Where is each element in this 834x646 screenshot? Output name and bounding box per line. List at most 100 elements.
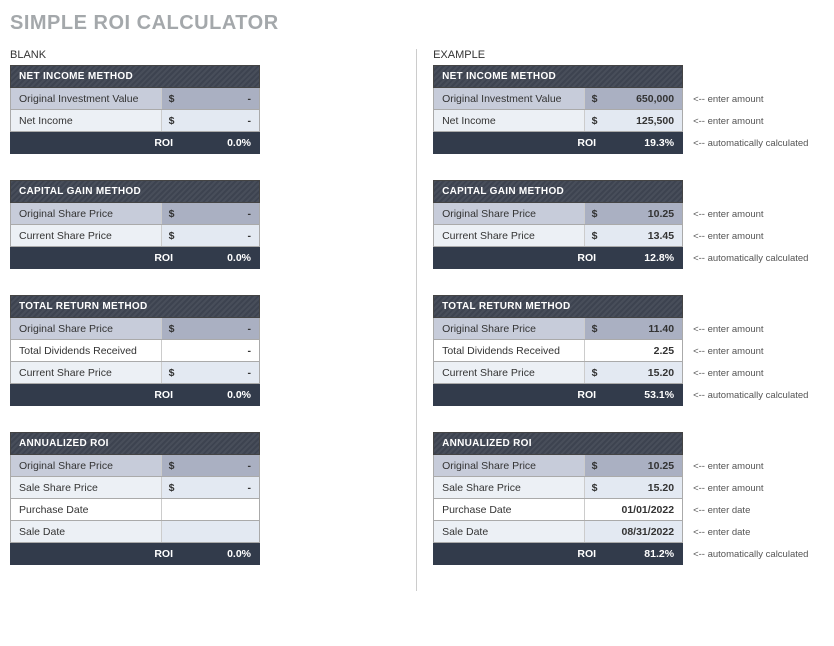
label-curr-share: Current Share Price (434, 225, 584, 246)
row-orig-share-cg-example: Original Share Price $ 10.25 (433, 203, 683, 225)
row-roi-capital-gain-example: ROI 12.8% (433, 247, 683, 269)
label-net-income: Net Income (434, 110, 584, 131)
label-orig-share: Original Share Price (11, 203, 161, 224)
row-dividends-blank: Total Dividends Received - (10, 340, 260, 362)
row-sale-share-example: Sale Share Price $ 15.20 (433, 477, 683, 499)
label-net-income: Net Income (11, 110, 161, 131)
currency-symbol (161, 340, 181, 361)
hint-enter-amount: <-- enter amount (683, 203, 824, 225)
value-orig-share-tr-blank[interactable]: - (181, 318, 259, 339)
row-sale-date-blank: Sale Date (10, 521, 260, 543)
hint-enter-amount: <-- enter amount (683, 225, 824, 247)
currency-symbol (161, 499, 181, 520)
hint-enter-date: <-- enter date (683, 499, 824, 521)
block-annualized-example: ANNUALIZED ROI Original Share Price $ 10… (433, 432, 824, 565)
value-orig-invest-example[interactable]: 650,000 (604, 88, 682, 109)
value-roi-tr-example: 53.1% (604, 385, 682, 405)
row-curr-share-cg-blank: Current Share Price $ - (10, 225, 260, 247)
value-purchase-date-example[interactable]: 01/01/2022 (604, 499, 682, 520)
value-orig-share-cg-example[interactable]: 10.25 (604, 203, 682, 224)
currency-symbol: $ (584, 477, 604, 498)
value-purchase-date-blank[interactable] (181, 499, 259, 520)
value-curr-share-tr-blank[interactable]: - (181, 362, 259, 383)
block-total-return-example: TOTAL RETURN METHOD Original Share Price… (433, 295, 824, 406)
row-curr-share-tr-example: Current Share Price $ 15.20 (433, 362, 683, 384)
hint-enter-amount: <-- enter amount (683, 340, 824, 362)
row-curr-share-tr-blank: Current Share Price $ - (10, 362, 260, 384)
section-header-capital-gain: CAPITAL GAIN METHOD (10, 180, 260, 203)
hint-enter-amount: <-- enter amount (683, 455, 824, 477)
column-blank: BLANK NET INCOME METHOD Original Investm… (10, 49, 417, 591)
column-example: EXAMPLE NET INCOME METHOD Original Inves… (417, 49, 824, 591)
currency-symbol: $ (584, 203, 604, 224)
label-orig-share: Original Share Price (11, 455, 161, 476)
value-net-income-example[interactable]: 125,500 (604, 110, 682, 131)
block-total-return-blank: TOTAL RETURN METHOD Original Share Price… (10, 295, 386, 406)
value-orig-share-an-blank[interactable]: - (181, 455, 259, 476)
currency-symbol (584, 499, 604, 520)
row-roi-net-income-example: ROI 19.3% (433, 132, 683, 154)
row-dividends-example: Total Dividends Received 2.25 (433, 340, 683, 362)
label-sale-date: Sale Date (11, 521, 161, 542)
value-net-income-blank[interactable]: - (181, 110, 259, 131)
value-orig-share-cg-blank[interactable]: - (181, 203, 259, 224)
row-purchase-date-blank: Purchase Date (10, 499, 260, 521)
currency-symbol: $ (161, 477, 181, 498)
currency-symbol: $ (584, 225, 604, 246)
hint-enter-amount: <-- enter amount (683, 362, 824, 384)
value-orig-share-tr-example[interactable]: 11.40 (604, 318, 682, 339)
label-orig-invest: Original Investment Value (11, 88, 161, 109)
page-title: SIMPLE ROI CALCULATOR (10, 12, 824, 35)
value-roi-net-income-example: 19.3% (604, 133, 682, 153)
label-orig-invest: Original Investment Value (434, 88, 584, 109)
value-sale-share-example[interactable]: 15.20 (604, 477, 682, 498)
currency-symbol: $ (161, 318, 181, 339)
label-curr-share: Current Share Price (434, 362, 584, 383)
value-curr-share-cg-example[interactable]: 13.45 (604, 225, 682, 246)
value-dividends-blank[interactable]: - (181, 340, 259, 361)
hint-auto-calc: <-- automatically calculated (683, 543, 824, 565)
value-roi-net-income-blank: 0.0% (181, 133, 259, 153)
label-roi: ROI (11, 385, 181, 405)
row-roi-net-income-blank: ROI 0.0% (10, 132, 260, 154)
row-orig-share-tr-blank: Original Share Price $ - (10, 318, 260, 340)
row-curr-share-cg-example: Current Share Price $ 13.45 (433, 225, 683, 247)
label-orig-share: Original Share Price (11, 318, 161, 339)
value-orig-share-an-example[interactable]: 10.25 (604, 455, 682, 476)
row-net-income-example: Net Income $ 125,500 (433, 110, 683, 132)
currency-symbol: $ (161, 362, 181, 383)
value-sale-share-blank[interactable]: - (181, 477, 259, 498)
hint-enter-amount: <-- enter amount (683, 318, 824, 340)
label-roi: ROI (11, 133, 181, 153)
value-sale-date-example[interactable]: 08/31/2022 (604, 521, 682, 542)
value-orig-invest-blank[interactable]: - (181, 88, 259, 109)
value-sale-date-blank[interactable] (181, 521, 259, 542)
currency-symbol: $ (584, 318, 604, 339)
currency-symbol (584, 340, 604, 361)
currency-symbol: $ (584, 88, 604, 109)
currency-symbol: $ (161, 225, 181, 246)
block-capital-gain-example: CAPITAL GAIN METHOD Original Share Price… (433, 180, 824, 269)
section-header-annualized: ANNUALIZED ROI (433, 432, 683, 455)
block-annualized-blank: ANNUALIZED ROI Original Share Price $ - … (10, 432, 386, 565)
value-curr-share-tr-example[interactable]: 15.20 (604, 362, 682, 383)
column-header-blank: BLANK (10, 49, 386, 61)
section-header-capital-gain: CAPITAL GAIN METHOD (433, 180, 683, 203)
value-roi-cg-blank: 0.0% (181, 248, 259, 268)
label-roi: ROI (434, 133, 604, 153)
value-curr-share-cg-blank[interactable]: - (181, 225, 259, 246)
row-roi-total-return-example: ROI 53.1% (433, 384, 683, 406)
label-dividends: Total Dividends Received (434, 340, 584, 361)
value-dividends-example[interactable]: 2.25 (604, 340, 682, 361)
label-orig-share: Original Share Price (434, 318, 584, 339)
section-header-total-return: TOTAL RETURN METHOD (433, 295, 683, 318)
hint-enter-amount: <-- enter amount (683, 110, 824, 132)
label-sale-share: Sale Share Price (11, 477, 161, 498)
section-header-total-return: TOTAL RETURN METHOD (10, 295, 260, 318)
label-purchase-date: Purchase Date (11, 499, 161, 520)
value-roi-cg-example: 12.8% (604, 248, 682, 268)
row-roi-total-return-blank: ROI 0.0% (10, 384, 260, 406)
section-header-net-income: NET INCOME METHOD (10, 65, 260, 88)
label-curr-share: Current Share Price (11, 225, 161, 246)
row-sale-share-blank: Sale Share Price $ - (10, 477, 260, 499)
